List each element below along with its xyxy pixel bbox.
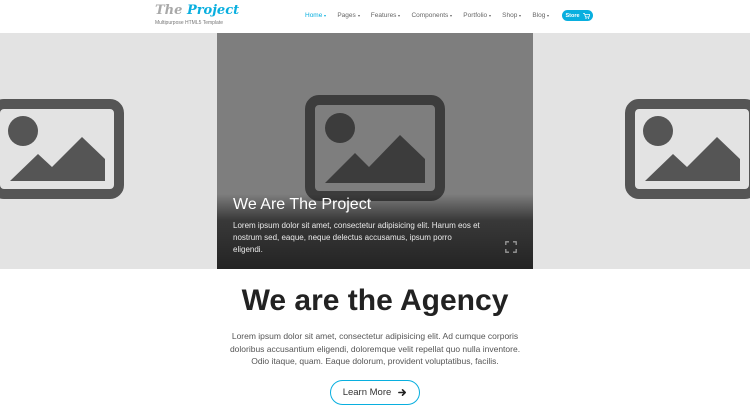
hero-slider[interactable]: We Are The Project Lorem ipsum dolor sit… [0,33,750,269]
nav-item-home[interactable]: Home [305,12,327,19]
caret-down-icon [450,14,453,17]
caret-down-icon [324,14,327,17]
nav-item-features[interactable]: Features [371,12,401,19]
slide-active[interactable]: We Are The Project Lorem ipsum dolor sit… [217,33,533,269]
caret-down-icon [357,14,360,17]
caret-down-icon [398,14,401,17]
nav-item-pages[interactable]: Pages [337,12,360,19]
slide-next[interactable] [533,33,750,269]
site-header: The Project Multipurpose HTML5 Template … [0,0,750,33]
nav-item-label: Portfolio [463,12,488,19]
image-placeholder-icon [0,99,124,199]
caret-down-icon [547,14,550,17]
nav-item-blog[interactable]: Blog [532,12,550,19]
nav-item-portfolio[interactable]: Portfolio [463,12,492,19]
logo-the: The [155,3,183,18]
nav-item-shop[interactable]: Shop [502,12,522,19]
nav-item-label: Home [305,12,323,19]
main-nav: Home Pages Features Components Portfolio… [305,12,560,19]
store-button[interactable]: Store [562,10,593,21]
nav-item-label: Pages [337,12,356,19]
image-placeholder-icon [305,95,445,201]
nav-item-label: Shop [502,12,518,19]
nav-item-label: Components [411,12,449,19]
logo-project: Project [186,3,240,18]
learn-more-label: Learn More [342,387,392,398]
section-text: Lorem ipsum dolor sit amet, consectetur … [229,331,521,366]
section-heading: We are the Agency [241,284,509,317]
slide-title: We Are The Project [233,196,372,213]
learn-more-button[interactable]: Learn More [330,380,420,405]
store-button-label: Store [565,12,580,19]
cart-icon [582,12,590,19]
site-logo[interactable]: The Project Multipurpose HTML5 Template [155,3,239,26]
caret-down-icon [489,14,492,17]
slide-prev[interactable] [0,33,217,269]
nav-item-label: Blog [532,12,546,19]
image-placeholder-icon [625,99,750,199]
slide-text: Lorem ipsum dolor sit amet, consectetur … [233,221,480,254]
expand-icon[interactable] [505,241,517,253]
caret-down-icon [519,14,522,17]
logo-tagline: Multipurpose HTML5 Template [155,20,223,26]
arrow-right-icon [398,388,407,397]
nav-item-label: Features [370,12,397,19]
nav-item-components[interactable]: Components [411,12,453,19]
